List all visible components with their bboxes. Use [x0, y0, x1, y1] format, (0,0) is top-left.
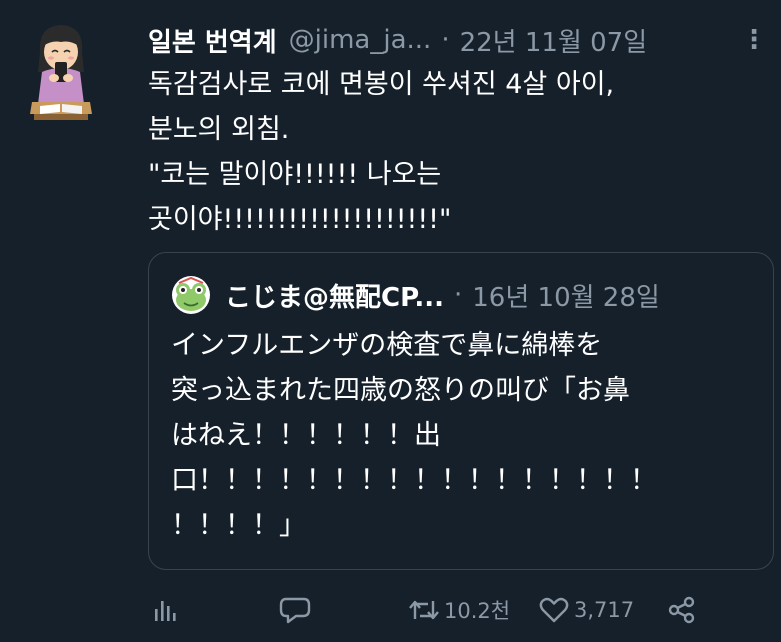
- separator-dot: ·: [441, 25, 450, 55]
- quoted-separator-dot: ·: [454, 280, 463, 310]
- bar-chart-icon: [155, 601, 176, 621]
- author-name[interactable]: 일본 번역계: [148, 22, 277, 59]
- retweet-button[interactable]: 10.2천: [408, 590, 510, 630]
- quoted-tweet-date[interactable]: 16년 10월 28일: [472, 277, 660, 314]
- tweet-date[interactable]: 22년 11월 07일: [460, 22, 648, 59]
- quoted-tweet-text: インフルエンザの検査で鼻に綿棒を 突っ込まれた四歳の怒りの叫び「お鼻 はねえ！！…: [171, 330, 657, 541]
- share-button[interactable]: [666, 590, 698, 630]
- share-icon: [668, 596, 695, 624]
- quoted-author-name[interactable]: こじま@無配CP...: [225, 277, 444, 314]
- like-button[interactable]: 3,717: [538, 590, 634, 630]
- heart-icon: [539, 597, 569, 623]
- author-handle[interactable]: @jima_ja...: [289, 25, 432, 55]
- action-bar: 10.2천 3,717: [150, 590, 710, 630]
- quoted-author-avatar[interactable]: [171, 275, 211, 315]
- tweet-text: 독감검사로 코에 면봉이 쑤셔진 4살 아이, 분노의 외침. "코는 말이야!…: [148, 69, 615, 235]
- like-count: 3,717: [574, 598, 635, 622]
- views-button[interactable]: [150, 590, 180, 630]
- retweet-icon: [409, 600, 439, 620]
- more-options-icon[interactable]: ⋮: [741, 27, 767, 53]
- reply-button[interactable]: [278, 590, 312, 630]
- author-avatar[interactable]: [30, 22, 92, 126]
- girl-with-phone-icon: [30, 25, 92, 120]
- quoted-tweet-header: こじま@無配CP... · 16년 10월 28일: [171, 275, 759, 315]
- retweet-count: 10.2천: [444, 599, 511, 623]
- frog-character-icon: [172, 276, 210, 314]
- tweet-header: 일본 번역계 @jima_ja... · 22년 11월 07일 ⋮: [148, 20, 767, 60]
- quoted-tweet[interactable]: こじま@無配CP... · 16년 10월 28일 インフルエンザの検査で鼻に綿…: [148, 252, 774, 570]
- speech-bubble-icon: [279, 597, 311, 624]
